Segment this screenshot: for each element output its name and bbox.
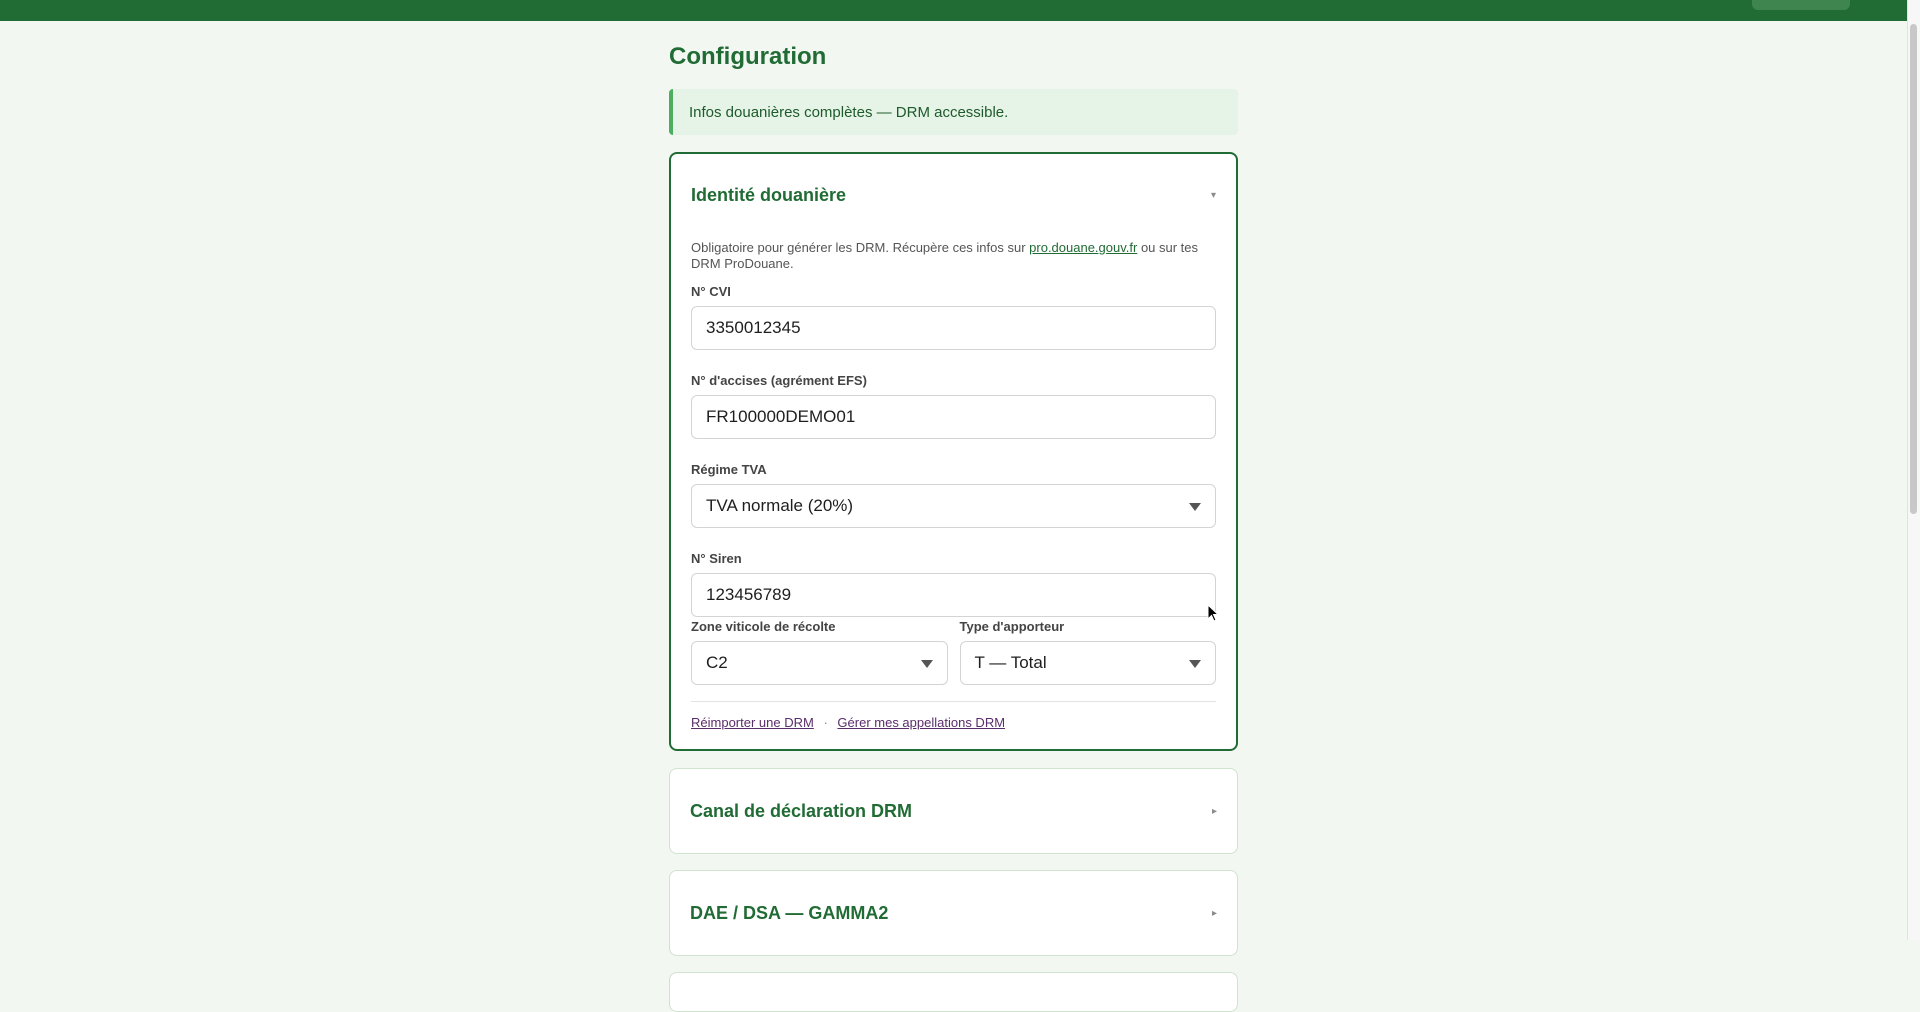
tva-label: Régime TVA [691,462,767,477]
page-title: Configuration [669,43,827,70]
link-separator: · [823,715,828,730]
status-alert: Infos douanières complètes — DRM accessi… [669,89,1238,135]
chevron-down-icon: ▾ [1210,189,1216,201]
identite-douaniere-title: Identité douanière [691,184,847,205]
prodouane-link[interactable]: pro.douane.gouv.fr [1029,240,1137,255]
zone-value: C2 [706,653,728,672]
section-divider [691,701,1216,702]
siren-label: N° Siren [691,551,742,566]
tva-value: TVA normale (20%) [706,496,854,515]
canal-declaration-header[interactable]: Canal de déclaration DRM ▸ [670,769,1237,853]
dae-dsa-section: DAE / DSA — GAMMA2 ▸ [669,870,1238,956]
navbar-button[interactable] [1752,0,1850,10]
cvi-value: 3350012345 [706,318,801,337]
apporteur-select[interactable]: T — Total [959,641,1216,685]
accises-label: N° d'accises (agrément EFS) [691,373,867,388]
top-navbar [0,0,1920,21]
apporteur-value: T — Total [974,653,1047,672]
canal-declaration-section: Canal de déclaration DRM ▸ [669,768,1238,854]
page-scrollbar[interactable] [1907,0,1920,940]
zone-label: Zone viticole de récolte [691,619,836,634]
next-section[interactable] [669,972,1238,1012]
tva-select[interactable]: TVA normale (20%) [691,484,1216,528]
scrollbar-thumb[interactable] [1910,24,1917,514]
apporteur-column: Type d'apporteur T — Total [959,617,1216,685]
cvi-label: N° CVI [691,284,731,299]
drm-links: Réimporter une DRM · Gérer mes appellati… [691,715,1216,731]
chevron-right-icon: ▸ [1211,907,1217,919]
dae-dsa-header[interactable]: DAE / DSA — GAMMA2 ▸ [670,871,1237,955]
mouse-cursor-icon [1207,604,1219,622]
accises-value: FR100000DEMO01 [706,407,856,426]
help-text: Obligatoire pour générer les DRM. Récupè… [691,240,1216,272]
identite-douaniere-body: Obligatoire pour générer les DRM. Récupè… [671,240,1236,749]
apporteur-label: Type d'apporteur [959,619,1065,634]
cvi-input[interactable]: 3350012345 [691,306,1216,350]
reimport-drm-link[interactable]: Réimporter une DRM [691,715,814,730]
main-content: Configuration Infos douanières complètes… [669,21,1238,1012]
identite-douaniere-section: Identité douanière ▾ Obligatoire pour gé… [669,152,1238,751]
siren-input[interactable]: 123456789 [691,573,1216,617]
zone-select[interactable]: C2 [691,641,948,685]
dropdown-arrow-icon [1189,660,1201,668]
dropdown-arrow-icon [1189,503,1201,511]
appellations-drm-link[interactable]: Gérer mes appellations DRM [837,715,1005,730]
identite-douaniere-header[interactable]: Identité douanière ▾ [671,154,1236,236]
chevron-right-icon: ▸ [1211,805,1217,817]
alert-text: Infos douanières complètes — DRM accessi… [689,103,1009,121]
zone-column: Zone viticole de récolte C2 [691,617,948,685]
siren-value: 123456789 [706,585,792,604]
zone-apporteur-row: Zone viticole de récolte C2 Type d'appor… [691,617,1216,685]
canal-declaration-title: Canal de déclaration DRM [690,800,913,821]
accises-input[interactable]: FR100000DEMO01 [691,395,1216,439]
help-text-prefix: Obligatoire pour générer les DRM. Récupè… [691,240,1030,255]
dropdown-arrow-icon [920,660,933,668]
dae-dsa-title: DAE / DSA — GAMMA2 [690,902,889,923]
